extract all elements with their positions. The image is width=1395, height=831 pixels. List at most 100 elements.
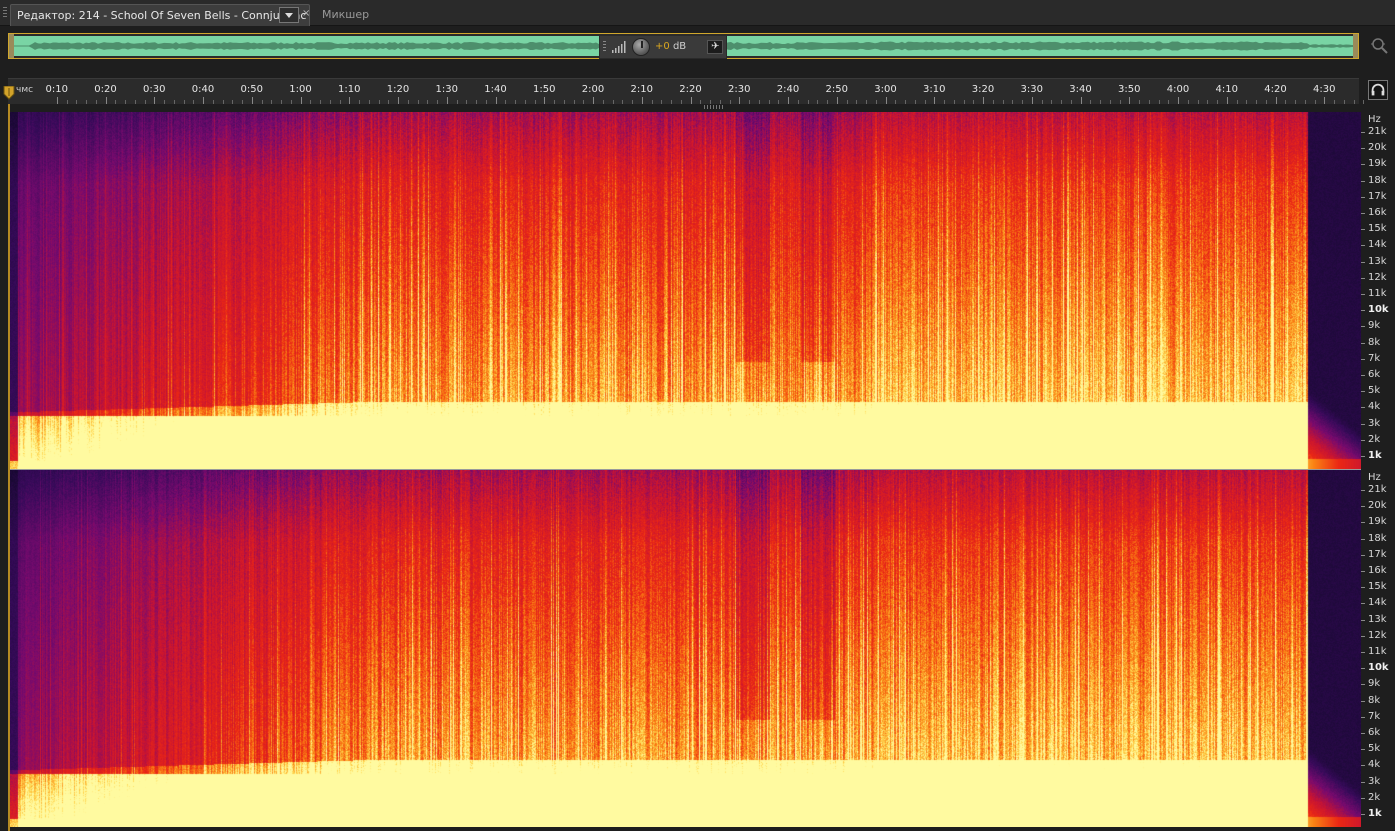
frequency-tick-label: 5k <box>1368 385 1381 397</box>
time-subtick <box>407 100 409 104</box>
tab-close-icon[interactable]: × <box>302 8 310 19</box>
overview-handle-left[interactable] <box>9 34 14 58</box>
time-subtick <box>329 100 331 104</box>
time-subtick <box>1139 100 1140 104</box>
time-subtick <box>846 100 848 104</box>
frequency-tick-mark <box>1361 749 1365 751</box>
time-subtick <box>807 100 809 104</box>
hz-unit-label: Hz <box>1368 472 1381 483</box>
frequency-tick-label: 14k <box>1368 239 1387 251</box>
frequency-tick-label: 17k <box>1368 190 1387 202</box>
time-subtick <box>368 100 370 104</box>
time-subtick <box>144 100 146 104</box>
time-subtick <box>700 100 702 104</box>
time-subtick <box>768 100 770 104</box>
time-subtick <box>183 100 185 104</box>
spectrogram-canvas-left <box>10 112 1361 469</box>
hud-grip-icon[interactable] <box>603 41 606 53</box>
frequency-tick-mark <box>1361 342 1365 344</box>
frequency-tick-mark <box>1361 164 1365 166</box>
file-dropdown-chevron-down-icon[interactable] <box>279 7 299 23</box>
headphones-icon <box>1371 83 1385 96</box>
time-subtick <box>1334 100 1335 104</box>
frequency-tick-label: 4k <box>1368 759 1381 771</box>
playhead-marker-icon[interactable] <box>3 86 15 100</box>
frequency-tick-mark <box>1361 229 1365 231</box>
frequency-tick-label: 21k <box>1368 126 1387 137</box>
frequency-tick-mark <box>1361 716 1365 718</box>
frequency-tick-label: 11k <box>1368 288 1387 299</box>
frequency-ruler-left[interactable]: Hz 21k 20k 19k 18k 17k 16k 15k 14k 13k 12k 11k 10k 9k… <box>1361 112 1395 469</box>
time-tick-mark <box>641 97 643 104</box>
time-tick-mark <box>1080 97 1082 104</box>
tab-editor[interactable]: Редактор: 214 - School Of Seven Bells - … <box>10 4 310 26</box>
zoom-navigator-icon[interactable] <box>1370 36 1390 56</box>
frequency-tick-mark <box>1361 456 1365 457</box>
frequency-tick-label: 9k <box>1368 320 1381 332</box>
panel-grip-icon[interactable] <box>3 7 7 19</box>
frequency-tick-label: 6k <box>1368 727 1381 738</box>
frequency-tick-label: 20k <box>1368 142 1387 154</box>
time-subtick <box>680 100 682 104</box>
headphones-monitor-button[interactable] <box>1368 80 1388 100</box>
frequency-ruler-right[interactable]: Hz 21k 20k 19k 18k 17k 16k 15k 14k 13k 12k 11k 10k 9k… <box>1361 470 1395 827</box>
frequency-tick-label: 2k <box>1368 433 1381 445</box>
frequency-tick-label: 12k <box>1368 629 1387 641</box>
overview-handle-right[interactable] <box>1353 34 1358 58</box>
time-ruler[interactable]: чмс 0:10 0:20 0:30 0:40 0:50 1:00 1:10 1:20 1:30… <box>8 78 1365 104</box>
frequency-tick-mark <box>1361 439 1365 441</box>
spectral-display-left-channel[interactable] <box>10 112 1361 469</box>
time-subtick <box>856 100 858 104</box>
time-tick-label: 2:10 <box>630 84 653 95</box>
frequency-tick-label: 14k <box>1368 597 1387 609</box>
spectral-display-right-channel[interactable] <box>10 470 1361 827</box>
time-subtick <box>1158 100 1160 104</box>
pin-hud-button[interactable]: ✈ <box>707 40 723 54</box>
time-tick-mark <box>788 97 789 104</box>
time-subtick <box>534 100 536 104</box>
frequency-tick-label: 1k <box>1368 808 1382 819</box>
time-subtick <box>1012 100 1014 104</box>
time-subtick <box>339 100 341 104</box>
ruler-resize-grip[interactable] <box>704 105 724 109</box>
time-subtick <box>1168 100 1170 104</box>
frequency-tick-mark <box>1361 652 1365 653</box>
frequency-tick-mark <box>1361 814 1365 815</box>
frequency-tick-mark <box>1361 522 1365 524</box>
frequency-tick-mark <box>1361 213 1365 214</box>
time-subtick <box>797 100 799 104</box>
time-tick-mark <box>1275 97 1277 104</box>
time-tick-mark <box>349 97 351 104</box>
gain-knob[interactable] <box>632 38 650 56</box>
time-subtick <box>76 100 78 104</box>
time-subtick <box>719 100 721 104</box>
frequency-tick-label: 5k <box>1368 743 1381 755</box>
time-subtick <box>992 100 994 104</box>
time-tick-mark <box>739 97 741 104</box>
frequency-tick-label: 15k <box>1368 581 1387 593</box>
frequency-tick-label: 8k <box>1368 694 1381 706</box>
frequency-tick-label: 4k <box>1368 401 1381 413</box>
tab-mixer[interactable]: Микшер <box>312 6 382 26</box>
frequency-tick-label: 21k <box>1368 484 1387 495</box>
time-tick-mark <box>300 97 302 104</box>
time-tick-label: 3:30 <box>1020 84 1043 95</box>
time-subtick <box>115 100 117 104</box>
time-tick-label: 3:20 <box>971 84 995 95</box>
time-subtick <box>778 100 780 104</box>
time-tick-label: 4:10 <box>1215 84 1238 95</box>
time-tick-mark <box>398 97 399 104</box>
gain-readout[interactable]: +0 dB <box>655 41 686 52</box>
time-subtick <box>1236 100 1238 104</box>
frequency-tick-mark <box>1361 310 1365 312</box>
frequency-tick-label: 10k <box>1368 304 1389 316</box>
time-subtick <box>1343 100 1345 104</box>
frequency-tick-label: 19k <box>1368 158 1387 170</box>
time-subtick <box>466 100 468 104</box>
frequency-tick-mark <box>1361 277 1365 279</box>
time-tick-mark <box>1129 97 1131 104</box>
frequency-tick-mark <box>1361 571 1365 572</box>
tab-mixer-label: Микшер <box>322 8 370 21</box>
time-subtick <box>817 100 819 104</box>
time-subtick <box>1353 100 1355 104</box>
